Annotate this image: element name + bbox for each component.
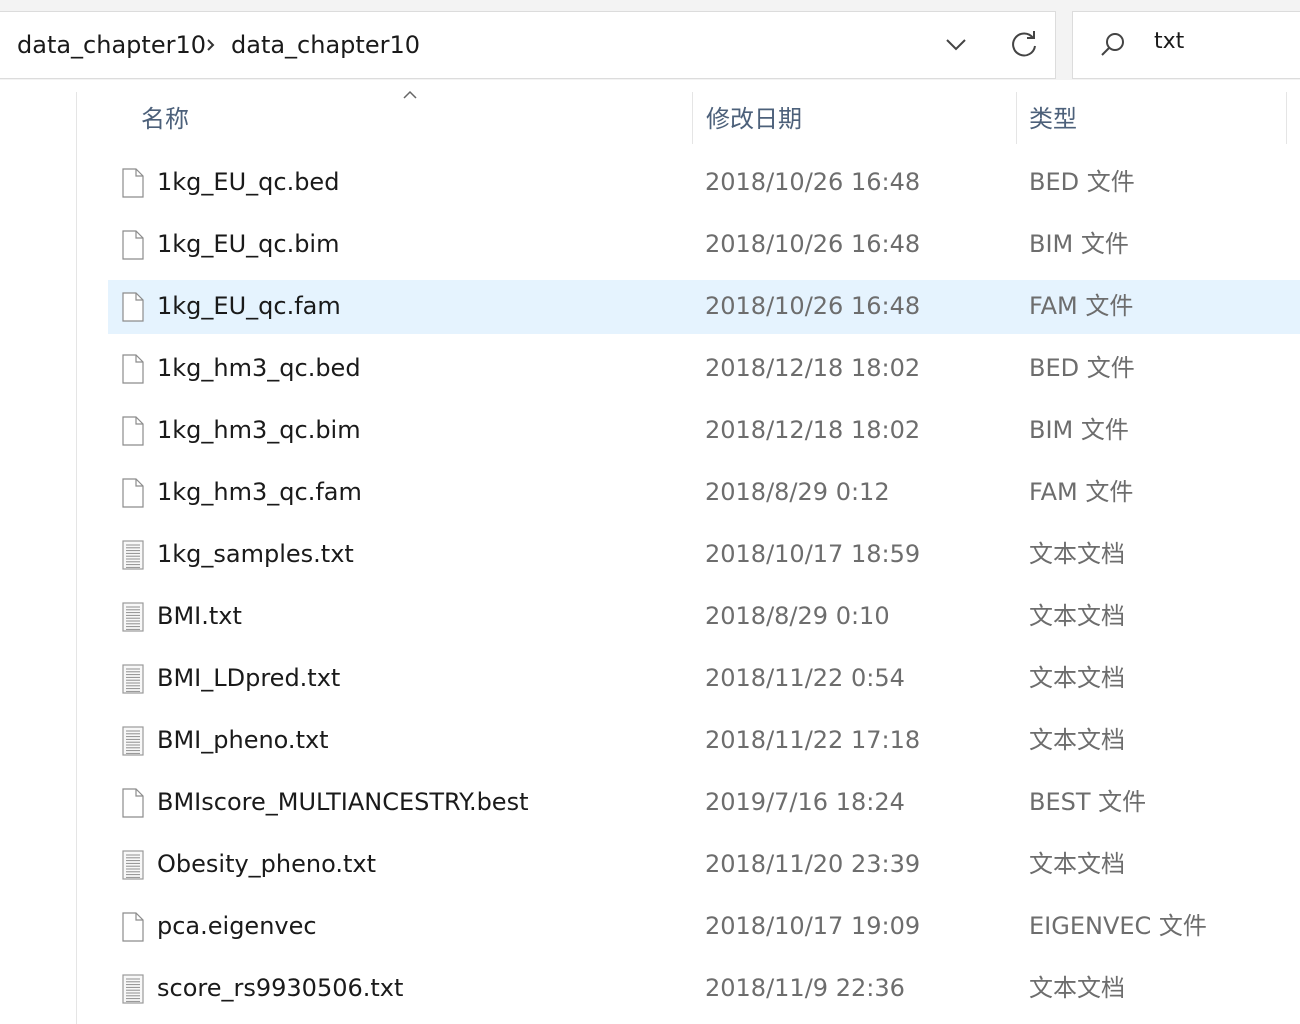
- blank-file-icon: [122, 478, 144, 508]
- file-modified: 2018/11/22 0:54: [705, 664, 905, 692]
- chevron-down-icon[interactable]: [936, 28, 976, 62]
- text-file-icon: [122, 850, 144, 880]
- file-type: FAM 文件: [1029, 478, 1134, 506]
- column-header-type[interactable]: 类型: [1029, 104, 1077, 134]
- file-type: BED 文件: [1029, 354, 1135, 382]
- file-modified: 2019/7/16 18:24: [705, 788, 905, 816]
- file-row[interactable]: pca.eigenvec 2018/10/17 19:09 EIGENVEC 文…: [108, 900, 1300, 954]
- breadcrumb-item-parent[interactable]: data_chapter10: [17, 30, 206, 60]
- file-row[interactable]: 1kg_EU_qc.fam 2018/10/26 16:48 FAM 文件: [108, 280, 1300, 334]
- file-name: pca.eigenvec: [157, 912, 317, 940]
- file-row[interactable]: BMI_pheno.txt 2018/11/22 17:18 文本文档: [108, 714, 1300, 768]
- file-row[interactable]: 1kg_samples.txt 2018/10/17 18:59 文本文档: [108, 528, 1300, 582]
- text-file-icon: [122, 726, 144, 756]
- blank-file-icon: [122, 416, 144, 446]
- file-modified: 2018/11/20 23:39: [705, 850, 921, 878]
- file-row[interactable]: BMI_LDpred.txt 2018/11/22 0:54 文本文档: [108, 652, 1300, 706]
- file-type: BIM 文件: [1029, 416, 1129, 444]
- file-name: 1kg_EU_qc.bim: [157, 230, 340, 258]
- file-name: BMI_LDpred.txt: [157, 664, 341, 692]
- file-row[interactable]: 1kg_EU_qc.bim 2018/10/26 16:48 BIM 文件: [108, 218, 1300, 272]
- file-row[interactable]: Obesity_pheno.txt 2018/11/20 23:39 文本文档: [108, 838, 1300, 892]
- text-file-icon: [122, 540, 144, 570]
- refresh-icon[interactable]: [1004, 24, 1044, 64]
- file-name: BMIscore_MULTIANCESTRY.best: [157, 788, 529, 816]
- file-modified: 2018/10/26 16:48: [705, 230, 921, 258]
- column-header-modified[interactable]: 修改日期: [706, 104, 802, 134]
- file-type: 文本文档: [1029, 726, 1125, 754]
- file-type: 文本文档: [1029, 540, 1125, 568]
- file-type: EIGENVEC 文件: [1029, 912, 1207, 940]
- file-name: 1kg_hm3_qc.bim: [157, 416, 361, 444]
- file-modified: 2018/10/26 16:48: [705, 292, 921, 320]
- file-row[interactable]: 1kg_hm3_qc.bed 2018/12/18 18:02 BED 文件: [108, 342, 1300, 396]
- breadcrumb-item-current[interactable]: data_chapter10: [231, 30, 420, 60]
- file-modified: 2018/10/17 19:09: [705, 912, 921, 940]
- file-modified: 2018/8/29 0:12: [705, 478, 890, 506]
- blank-file-icon: [122, 354, 144, 384]
- file-type: BED 文件: [1029, 168, 1135, 196]
- file-type: 文本文档: [1029, 602, 1125, 630]
- column-divider[interactable]: [1286, 92, 1287, 144]
- pane-divider: [76, 92, 77, 1024]
- file-row[interactable]: BMI.txt 2018/8/29 0:10 文本文档: [108, 590, 1300, 644]
- file-modified: 2018/12/18 18:02: [705, 354, 921, 382]
- column-header: 名称 修改日期 类型: [108, 92, 1300, 144]
- blank-file-icon: [122, 168, 144, 198]
- column-divider[interactable]: [692, 92, 693, 144]
- text-file-icon: [122, 974, 144, 1004]
- blank-file-icon: [122, 912, 144, 942]
- file-name: 1kg_hm3_qc.bed: [157, 354, 361, 382]
- file-type: BEST 文件: [1029, 788, 1147, 816]
- file-name: 1kg_hm3_qc.fam: [157, 478, 362, 506]
- text-file-icon: [122, 664, 144, 694]
- column-header-name[interactable]: 名称: [141, 104, 189, 134]
- file-type: FAM 文件: [1029, 292, 1134, 320]
- file-type: 文本文档: [1029, 974, 1125, 1002]
- file-name: BMI_pheno.txt: [157, 726, 329, 754]
- file-modified: 2018/11/22 17:18: [705, 726, 921, 754]
- file-modified: 2018/11/9 22:36: [705, 974, 905, 1002]
- blank-file-icon: [122, 292, 144, 322]
- file-modified: 2018/10/26 16:48: [705, 168, 921, 196]
- file-name: BMI.txt: [157, 602, 242, 630]
- column-divider[interactable]: [1016, 92, 1017, 144]
- file-name: score_rs9930506.txt: [157, 974, 404, 1002]
- chevron-right-icon: [207, 39, 215, 51]
- file-row[interactable]: 1kg_EU_qc.bed 2018/10/26 16:48 BED 文件: [108, 156, 1300, 210]
- file-name: 1kg_samples.txt: [157, 540, 354, 568]
- search-input[interactable]: txt: [1154, 28, 1184, 56]
- blank-file-icon: [122, 788, 144, 818]
- file-modified: 2018/12/18 18:02: [705, 416, 921, 444]
- file-row[interactable]: 1kg_hm3_qc.bim 2018/12/18 18:02 BIM 文件: [108, 404, 1300, 458]
- search-icon: [1101, 33, 1124, 56]
- file-row[interactable]: score_rs9930506.txt 2018/11/9 22:36 文本文档: [108, 962, 1300, 1016]
- file-type: 文本文档: [1029, 664, 1125, 692]
- file-row[interactable]: BMIscore_MULTIANCESTRY.best 2019/7/16 18…: [108, 776, 1300, 830]
- file-name: 1kg_EU_qc.bed: [157, 168, 340, 196]
- file-type: 文本文档: [1029, 850, 1125, 878]
- blank-file-icon: [122, 230, 144, 260]
- file-row[interactable]: 1kg_hm3_qc.fam 2018/8/29 0:12 FAM 文件: [108, 466, 1300, 520]
- text-file-icon: [122, 602, 144, 632]
- file-modified: 2018/10/17 18:59: [705, 540, 921, 568]
- file-name: 1kg_EU_qc.fam: [157, 292, 341, 320]
- file-name: Obesity_pheno.txt: [157, 850, 377, 878]
- file-modified: 2018/8/29 0:10: [705, 602, 890, 630]
- file-type: BIM 文件: [1029, 230, 1129, 258]
